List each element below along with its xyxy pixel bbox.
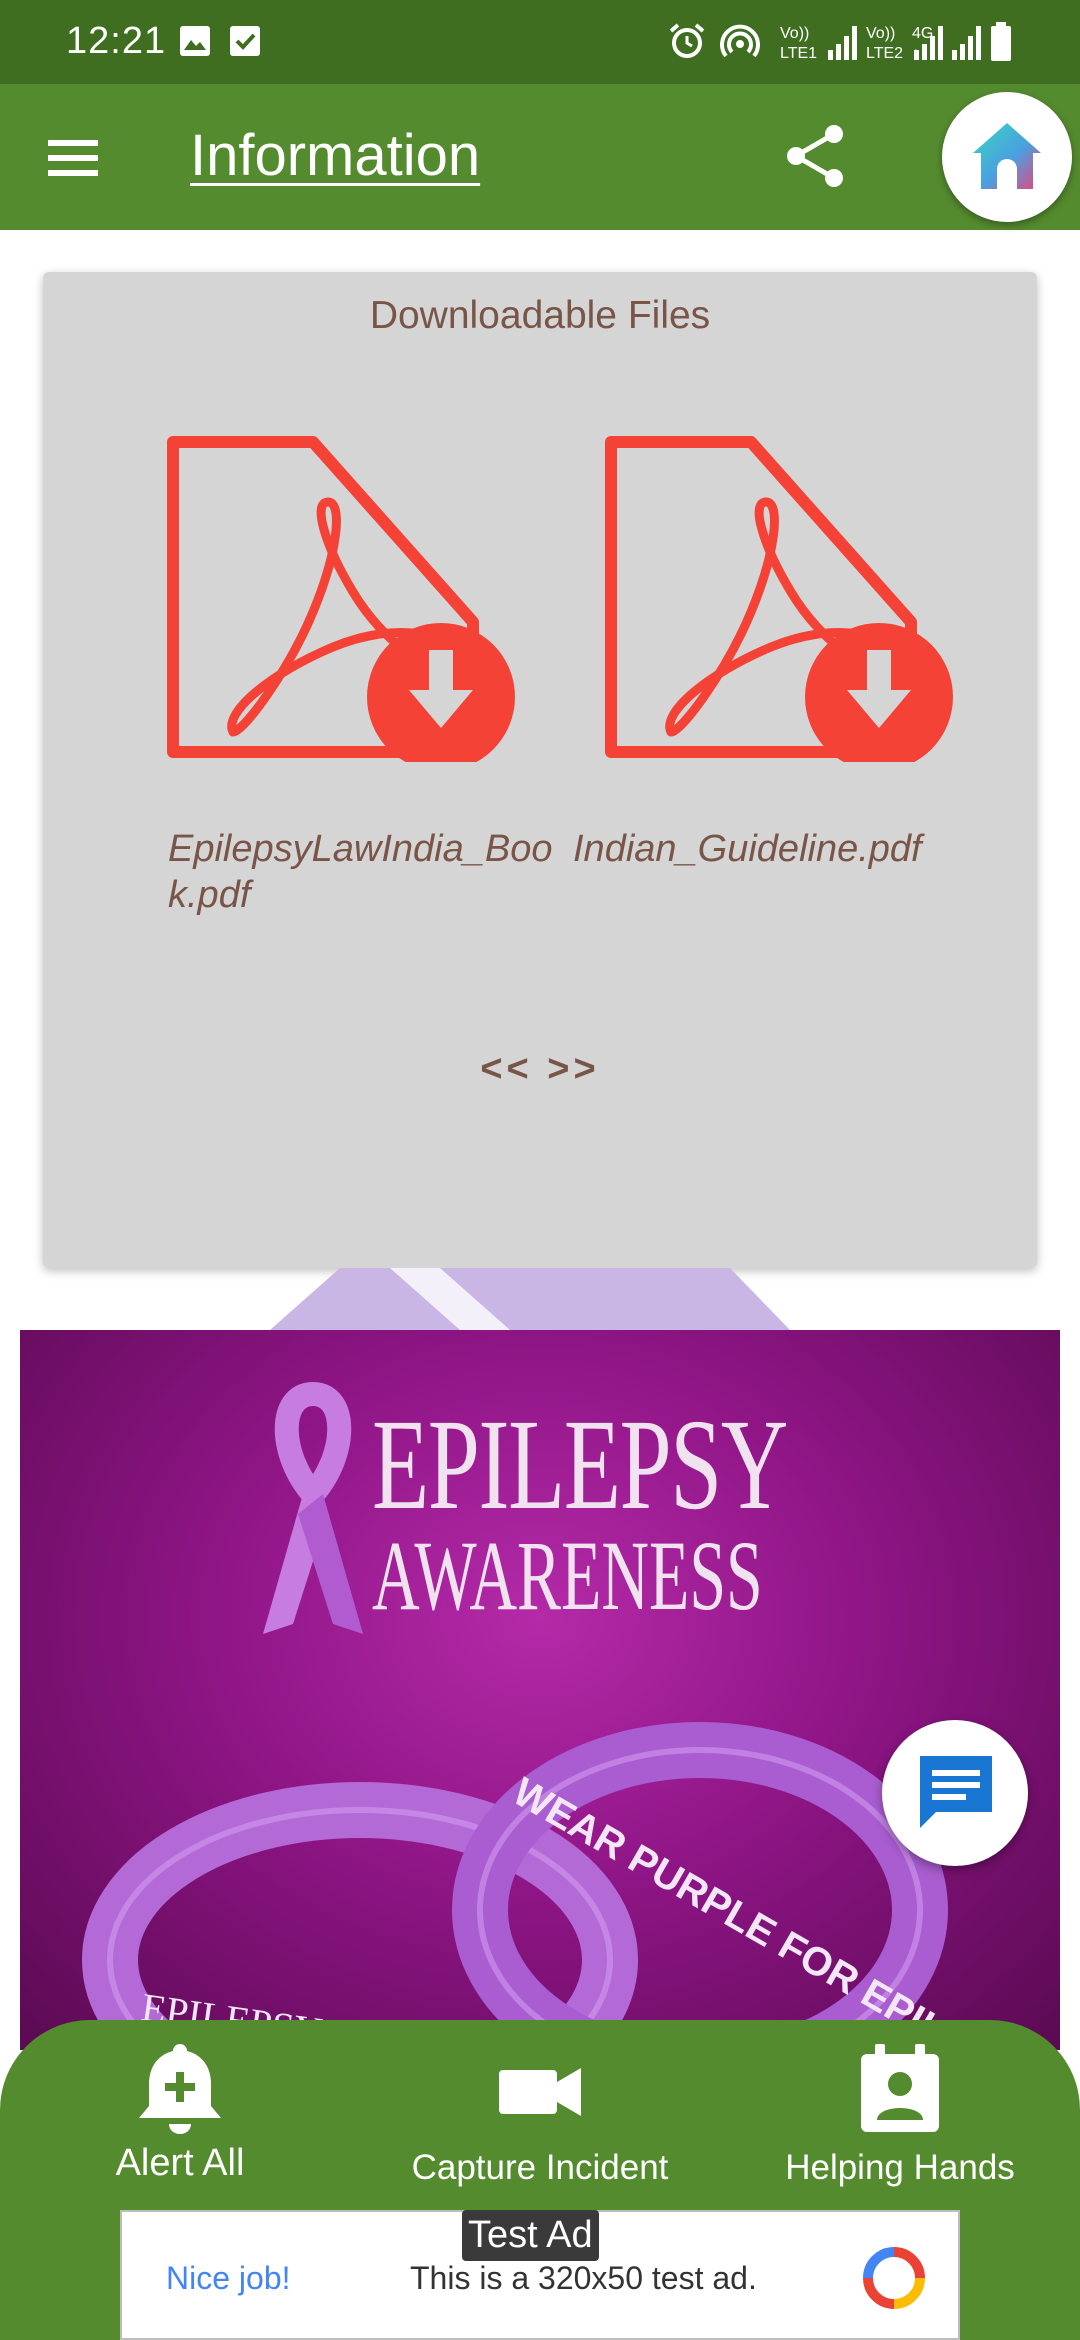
- wristbands-image: EPILEPSY Awareness WEAR PURPLE FOR EPILE…: [82, 1722, 980, 2050]
- pdf-file-name: EpilepsyLawIndia_Book.pdf: [168, 828, 553, 916]
- app-bar: Information: [0, 84, 1080, 230]
- pdf-download-icon: [605, 436, 953, 762]
- chat-button[interactable]: [882, 1720, 1028, 1866]
- home-button[interactable]: [942, 92, 1072, 222]
- hotspot-icon: [720, 24, 760, 58]
- contact-badge-icon: [861, 2044, 939, 2132]
- svg-text:Vo)): Vo)): [866, 25, 895, 42]
- status-bar: 12:21 Vo)) LTE1 Vo)) LTE2 4G ↓↑: [0, 0, 1080, 84]
- svg-text:Vo)): Vo)): [780, 25, 809, 42]
- test-ad-tag: Test Ad: [462, 2210, 599, 2261]
- pdf-file-item[interactable]: EpilepsyLawIndia_Book.pdf: [123, 432, 553, 916]
- downloadable-files-card: Downloadable Files EpilepsyLawIndia_Book…: [43, 272, 1037, 1268]
- menu-icon[interactable]: [40, 124, 108, 192]
- banner-subheading: AWARENESS: [372, 1520, 763, 1631]
- card-title: Downloadable Files: [369, 294, 711, 337]
- battery-icon: [991, 22, 1011, 61]
- status-time: 12:21: [66, 20, 167, 62]
- video-camera-icon: [499, 2068, 581, 2116]
- image-icon: [180, 26, 210, 56]
- home-icon: [973, 123, 1041, 189]
- share-icon[interactable]: [780, 120, 852, 192]
- epilepsy-awareness-banner: EPILEPSY AWARENESS EPILEPSY Awareness WE…: [20, 1330, 1060, 2050]
- ad-nice-text: Nice job!: [166, 2260, 291, 2296]
- alarm-icon: [669, 23, 705, 58]
- svg-text:LTE2: LTE2: [866, 45, 903, 62]
- volte-sim1-signal-icon: Vo)) LTE1: [780, 25, 857, 62]
- page-title: Information: [190, 123, 481, 188]
- nav-alert-all[interactable]: Alert All: [0, 2040, 360, 2185]
- chat-icon: [920, 1756, 992, 1828]
- decorative-banner-top: [270, 1268, 790, 1330]
- bell-plus-icon: [139, 2044, 221, 2134]
- svg-text:↓↑: ↓↑: [912, 45, 928, 62]
- pdf-download-icon: [167, 436, 515, 762]
- 4g-signal-icon: 4G ↓↑: [912, 25, 981, 62]
- pdf-file-item[interactable]: Indian_Guideline.pdf: [563, 432, 983, 892]
- nav-label: Alert All: [115, 2142, 245, 2184]
- nav-helping-hands[interactable]: Helping Hands: [720, 2040, 1080, 2188]
- check-box-icon: [230, 26, 260, 56]
- nav-capture-incident[interactable]: Capture Incident: [360, 2040, 720, 2188]
- pager-arrows[interactable]: << >>: [43, 1048, 1037, 1091]
- ad-text: This is a 320x50 test ad.: [410, 2260, 757, 2296]
- svg-text:LTE1: LTE1: [780, 45, 817, 62]
- nav-label: Capture Incident: [411, 2148, 669, 2187]
- ribbon-icon: [263, 1381, 363, 1634]
- ad-logo-icon: [863, 2247, 925, 2309]
- pdf-file-name: Indian_Guideline.pdf: [573, 828, 922, 870]
- svg-text:4G: 4G: [912, 25, 933, 42]
- nav-label: Helping Hands: [785, 2148, 1015, 2187]
